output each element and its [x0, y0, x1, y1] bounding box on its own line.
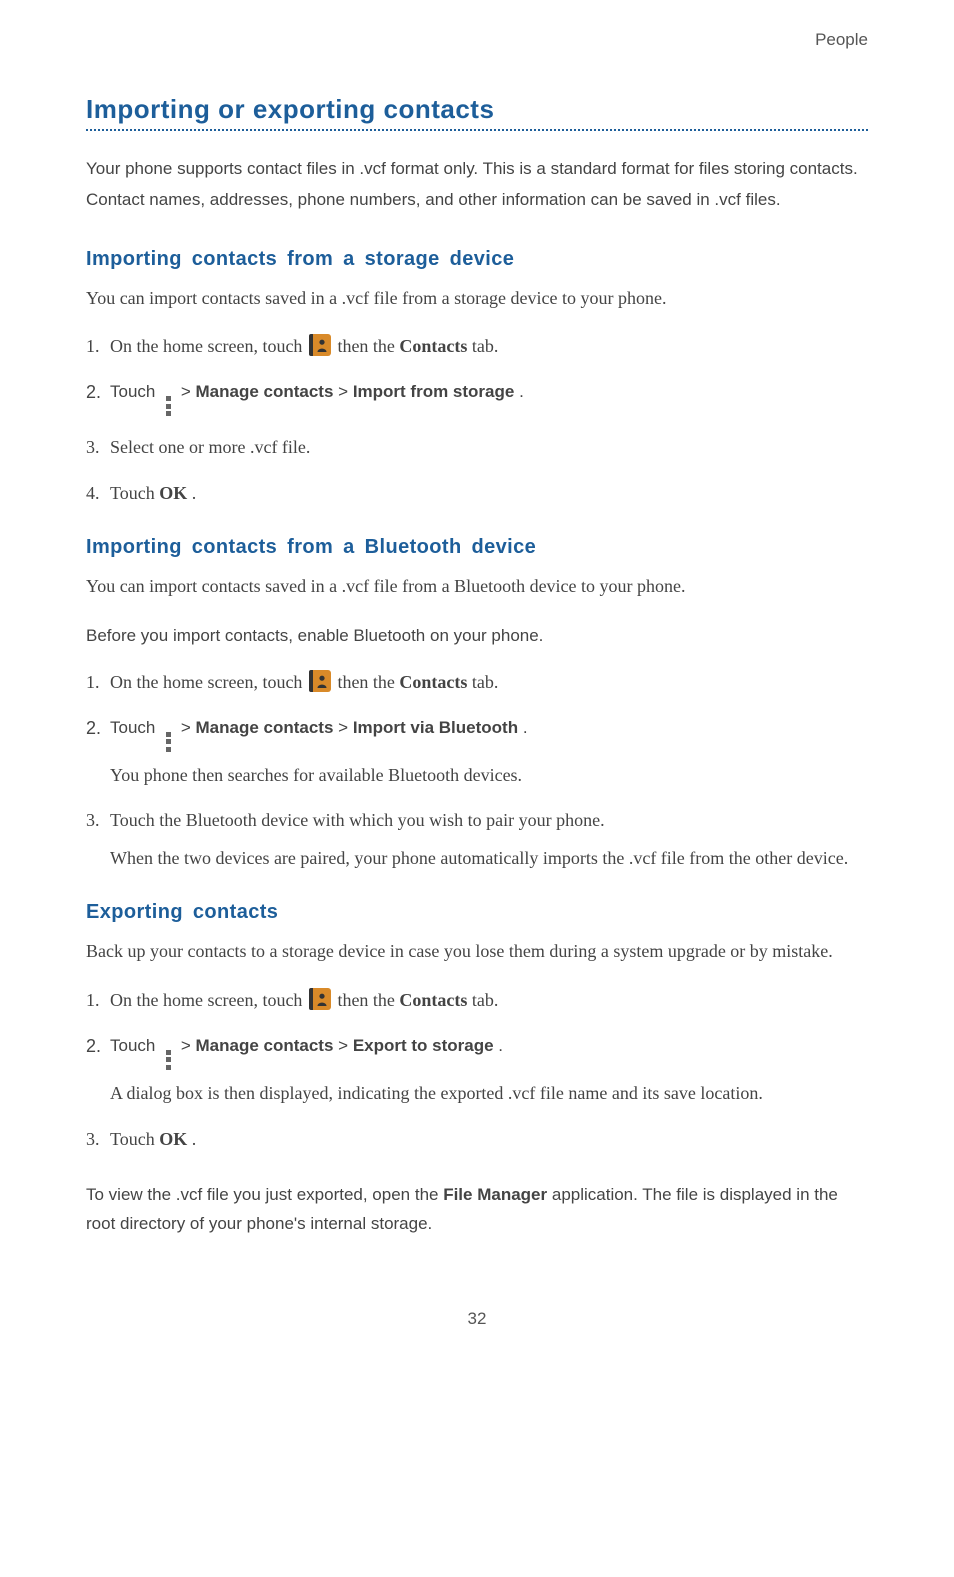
text-fragment: tab.	[472, 672, 499, 692]
export-step-1: On the home screen, touch then the Conta…	[86, 987, 868, 1015]
text-fragment: On the home screen, touch	[110, 990, 307, 1010]
page-title: Importing or exporting contacts	[86, 94, 868, 125]
export-step-3: Touch OK .	[86, 1126, 868, 1154]
bluetooth-step-2: Touch > Manage contacts > Import via Blu…	[86, 715, 868, 790]
export-outro: To view the .vcf file you just exported,…	[86, 1181, 868, 1239]
text-fragment: then the	[337, 336, 399, 356]
text-fragment: .	[192, 483, 197, 503]
overflow-menu-icon	[166, 732, 172, 752]
bluetooth-step-1: On the home screen, touch then the Conta…	[86, 669, 868, 697]
text-fragment: then the	[337, 990, 399, 1010]
contacts-tab-label: Contacts	[399, 990, 467, 1010]
text-fragment: >	[181, 718, 196, 737]
contacts-tab-label: Contacts	[399, 672, 467, 692]
menu-manage-contacts: Manage contacts	[195, 382, 333, 401]
text-fragment: tab.	[472, 336, 499, 356]
subheading-export: Exporting contacts	[86, 901, 868, 924]
bluetooth-steps: On the home screen, touch then the Conta…	[86, 669, 868, 874]
text-fragment: .	[498, 1036, 503, 1055]
contacts-app-icon	[309, 988, 331, 1010]
text-fragment: .	[519, 382, 524, 401]
storage-step-1: On the home screen, touch then the Conta…	[86, 333, 868, 361]
menu-import-from-storage: Import from storage	[353, 382, 515, 401]
title-divider	[86, 129, 868, 131]
text-fragment: Touch	[110, 382, 160, 401]
storage-step-2: Touch > Manage contacts > Import from st…	[86, 379, 868, 416]
file-manager-label: File Manager	[443, 1185, 547, 1204]
storage-intro: You can import contacts saved in a .vcf …	[86, 283, 868, 314]
text-fragment: >	[181, 1036, 196, 1055]
ok-label: OK	[159, 1129, 187, 1149]
text-fragment: >	[338, 1036, 353, 1055]
text-fragment: .	[192, 1129, 197, 1149]
storage-steps: On the home screen, touch then the Conta…	[86, 333, 868, 508]
bluetooth-step-3: Touch the Bluetooth device with which yo…	[86, 807, 868, 873]
text-fragment: tab.	[472, 990, 499, 1010]
menu-import-via-bluetooth: Import via Bluetooth	[353, 718, 518, 737]
contacts-tab-label: Contacts	[399, 336, 467, 356]
text-fragment: >	[338, 382, 353, 401]
export-intro: Back up your contacts to a storage devic…	[86, 936, 868, 967]
export-step-2-sub: A dialog box is then displayed, indicati…	[110, 1080, 868, 1108]
text-fragment: Touch the Bluetooth device with which yo…	[110, 810, 605, 830]
text-fragment: Touch	[110, 1129, 159, 1149]
text-fragment: then the	[337, 672, 399, 692]
subheading-storage: Importing contacts from a storage device	[86, 248, 868, 271]
text-fragment: Touch	[110, 1036, 160, 1055]
text-fragment: On the home screen, touch	[110, 672, 307, 692]
text-fragment: >	[338, 718, 353, 737]
ok-label: OK	[159, 483, 187, 503]
bluetooth-pre-note: Before you import contacts, enable Bluet…	[86, 622, 868, 651]
export-step-2: Touch > Manage contacts > Export to stor…	[86, 1033, 868, 1108]
bluetooth-step-2-sub: You phone then searches for available Bl…	[110, 762, 868, 790]
bluetooth-intro: You can import contacts saved in a .vcf …	[86, 571, 868, 602]
text-fragment: Touch	[110, 483, 159, 503]
contacts-app-icon	[309, 670, 331, 692]
overflow-menu-icon	[166, 396, 172, 416]
overflow-menu-icon	[166, 1050, 172, 1070]
text-fragment: >	[181, 382, 196, 401]
contacts-app-icon	[309, 334, 331, 356]
subheading-bluetooth: Importing contacts from a Bluetooth devi…	[86, 536, 868, 559]
text-fragment: On the home screen, touch	[110, 336, 307, 356]
breadcrumb: People	[86, 30, 868, 50]
intro-paragraph: Your phone supports contact files in .vc…	[86, 153, 868, 216]
menu-manage-contacts: Manage contacts	[195, 1036, 333, 1055]
manual-page: People Importing or exporting contacts Y…	[0, 0, 954, 1379]
page-number: 32	[86, 1309, 868, 1329]
menu-export-to-storage: Export to storage	[353, 1036, 494, 1055]
text-fragment: .	[523, 718, 528, 737]
storage-step-3: Select one or more .vcf file.	[86, 434, 868, 462]
bluetooth-step-3-sub: When the two devices are paired, your ph…	[110, 845, 868, 873]
export-steps: On the home screen, touch then the Conta…	[86, 987, 868, 1154]
menu-manage-contacts: Manage contacts	[195, 718, 333, 737]
text-fragment: To view the .vcf file you just exported,…	[86, 1185, 443, 1204]
text-fragment: Touch	[110, 718, 160, 737]
storage-step-4: Touch OK .	[86, 480, 868, 508]
